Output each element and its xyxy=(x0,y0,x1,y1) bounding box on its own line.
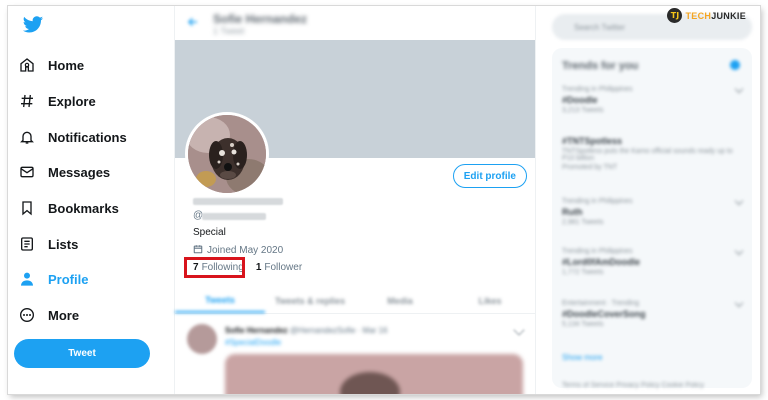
tweet-button[interactable]: Tweet xyxy=(14,339,150,368)
nav-item-more[interactable]: More xyxy=(18,301,79,329)
trend-name: #Doodle xyxy=(562,95,598,105)
trend-context: Trending in Philippines xyxy=(562,248,633,255)
profile-avatar[interactable] xyxy=(185,112,269,196)
nav-item-label: Explore xyxy=(48,93,96,109)
trend-count: TNTSpotless puts the Kamo official sound… xyxy=(562,148,733,162)
tweet-item[interactable]: Sofie Hernandez @HernandezSofie · Mar 16… xyxy=(175,314,535,394)
nav-item-notifications[interactable]: Notifications xyxy=(18,123,127,151)
followers-label: Follower xyxy=(264,262,303,273)
envelope-icon xyxy=(18,163,36,181)
techjunkie-watermark: TJ TECHJUNKIE xyxy=(667,8,746,23)
trends-panel: Trends for you Trending in Philippines #… xyxy=(552,48,752,388)
trend-item[interactable]: Trending in Philippines Ruth 2,981 Tweet… xyxy=(562,196,744,226)
gear-icon[interactable] xyxy=(730,60,740,70)
nav-item-explore[interactable]: Explore xyxy=(18,87,96,115)
left-nav: Home Explore Notifications Messages Book… xyxy=(8,6,170,394)
profile-header-bar: Sofie Hernandez 1 Tweet xyxy=(175,6,535,40)
trend-context: Trending in Philippines xyxy=(562,86,633,93)
nav-item-label: Notifications xyxy=(48,129,127,145)
redacted-handle xyxy=(202,213,266,220)
nav-item-label: Profile xyxy=(48,271,89,287)
nav-item-messages[interactable]: Messages xyxy=(18,158,110,186)
person-icon xyxy=(18,270,36,288)
tweet-link[interactable]: #SpecialDoodle xyxy=(225,338,281,347)
followers-link[interactable]: 1 Follower xyxy=(256,262,302,273)
footer-links[interactable]: Terms of Service Privacy Policy Cookie P… xyxy=(562,382,704,389)
profile-tabs: Tweets Tweets & replies Media Likes xyxy=(175,288,535,314)
nav-item-home[interactable]: Home xyxy=(18,51,84,79)
home-icon xyxy=(18,56,36,74)
hashtag-icon xyxy=(18,92,36,110)
trend-name: Ruth xyxy=(562,207,583,217)
chevron-down-icon[interactable] xyxy=(513,324,525,336)
trend-name: #DoodleCoverSong xyxy=(562,309,646,319)
header-profile-name: Sofie Hernandez xyxy=(213,12,308,26)
trend-item[interactable]: Trending in Philippines #Lord0fAmDoodle … xyxy=(562,246,744,276)
tweet-meta: @HernandezSofie · Mar 16 xyxy=(289,326,388,335)
header-tweet-count: 1 Tweet xyxy=(213,26,245,36)
trend-item[interactable]: Trending in Philippines #Doodle 3,213 Tw… xyxy=(562,84,744,114)
tweet-author: Sofie Hernandez xyxy=(225,326,288,335)
browser-frame: Home Explore Notifications Messages Book… xyxy=(8,6,760,394)
tab-tweets-replies[interactable]: Tweets & replies xyxy=(265,288,355,313)
nav-item-label: Lists xyxy=(48,236,79,252)
trend-name: #Lord0fAmDoodle xyxy=(562,257,641,267)
redacted-display-name xyxy=(193,198,283,205)
bookmark-icon xyxy=(18,199,36,217)
nav-item-lists[interactable]: Lists xyxy=(18,230,78,258)
trend-count: 5,134 Tweets xyxy=(562,321,604,328)
show-more-link[interactable]: Show more xyxy=(562,353,602,362)
profile-column: Sofie Hernandez 1 Tweet Edit profile @ S… xyxy=(174,6,536,394)
watermark-logo: TJ xyxy=(667,8,683,23)
trend-count: 1,772 Tweets xyxy=(562,269,604,276)
tab-media[interactable]: Media xyxy=(355,288,445,313)
trend-name: #TNTSpotless xyxy=(562,136,623,146)
nav-item-label: Messages xyxy=(48,164,111,180)
trends-title: Trends for you xyxy=(562,60,639,72)
followers-count: 1 xyxy=(255,262,262,273)
trend-item[interactable]: Entertainment · Trending #DoodleCoverSon… xyxy=(562,298,744,328)
trend-count: 2,981 Tweets xyxy=(562,219,604,226)
watermark-text: TECHJUNKIE xyxy=(685,11,746,21)
nav-item-label: More xyxy=(48,307,80,323)
more-circle-icon xyxy=(18,306,36,324)
tab-likes[interactable]: Likes xyxy=(445,288,535,313)
trend-context: Entertainment · Trending xyxy=(562,300,640,307)
watermark-text-suffix: JUNKIE xyxy=(711,10,746,21)
calendar-icon xyxy=(193,244,203,257)
nav-item-profile[interactable]: Profile xyxy=(18,265,88,293)
tweet-header: Sofie Hernandez @HernandezSofie · Mar 16 xyxy=(225,326,387,335)
trend-count: 3,213 Tweets xyxy=(562,107,604,114)
tweet-media-image[interactable] xyxy=(225,354,523,394)
nav-item-bookmarks[interactable]: Bookmarks xyxy=(18,194,119,222)
twitter-logo-icon[interactable] xyxy=(22,14,44,36)
tweet-avatar[interactable] xyxy=(187,324,217,354)
list-icon xyxy=(18,235,36,253)
bell-icon xyxy=(18,128,36,146)
joined-date-text: Joined May 2020 xyxy=(207,245,284,256)
trend-item[interactable]: #TNTSpotless TNTSpotless puts the Kamo o… xyxy=(562,134,742,171)
right-sidebar: Search Twitter Trends for you Trending i… xyxy=(544,6,760,394)
dog-photo-image xyxy=(188,115,266,193)
following-highlight-box xyxy=(184,257,245,278)
tab-tweets[interactable]: Tweets xyxy=(175,288,265,313)
back-arrow-icon[interactable] xyxy=(187,16,199,28)
joined-date: Joined May 2020 xyxy=(193,244,283,257)
edit-profile-button[interactable]: Edit profile xyxy=(452,164,527,188)
nav-item-label: Home xyxy=(48,57,85,73)
nav-item-label: Bookmarks xyxy=(48,200,119,216)
trend-context: Trending in Philippines xyxy=(562,198,633,205)
trend-promoted: Promoted by TNT xyxy=(562,164,618,171)
profile-bio: Special xyxy=(193,227,226,238)
watermark-text-prefix: TECH xyxy=(685,10,712,21)
